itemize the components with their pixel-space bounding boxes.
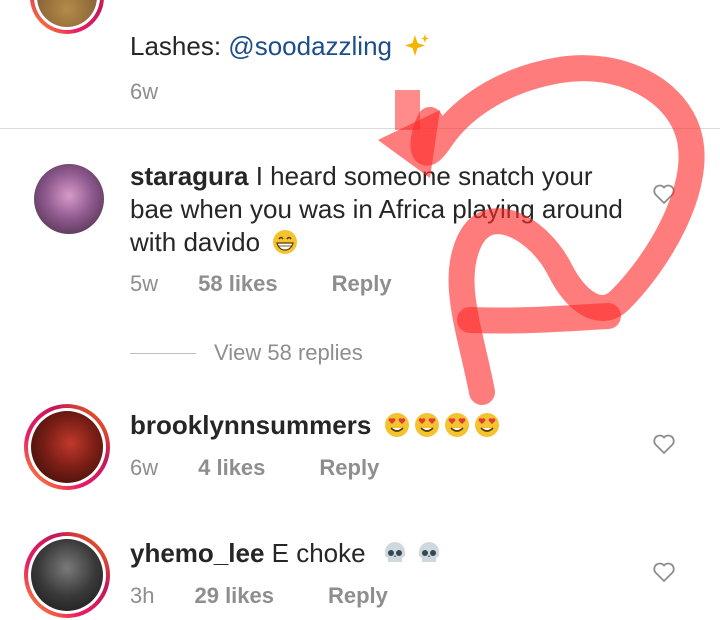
grinning-emoji: [273, 230, 298, 254]
mention-link[interactable]: @soodazzling: [228, 31, 392, 61]
timestamp: 6w: [130, 455, 159, 480]
heart-outline-icon[interactable]: [652, 560, 676, 584]
annotation-scribble: [378, 55, 705, 405]
sparkles-emoji: [405, 34, 430, 56]
heart-eyes-emoji: [444, 413, 469, 437]
likes-count[interactable]: 4 likes: [198, 455, 265, 481]
username[interactable]: brooklynnsummers: [130, 410, 371, 440]
comment-meta-yhemo-lee: 3h 29 likes Reply: [130, 583, 388, 609]
comment-text-staragura: staragura I heard someone snatch your ba…: [130, 161, 623, 257]
divider: [0, 128, 720, 129]
likes-count[interactable]: 29 likes: [194, 583, 274, 609]
heart-eyes-emoji: [384, 413, 409, 437]
view-replies-button[interactable]: View 58 replies: [130, 340, 363, 366]
comment-meta-brooklynnsummers: 6w 4 likes Reply: [130, 455, 379, 481]
username[interactable]: yhemo_lee: [130, 538, 264, 568]
skull-emoji: [384, 542, 405, 562]
reply-button[interactable]: Reply: [328, 583, 388, 609]
skull-emoji: [418, 542, 439, 562]
heart-eyes-emoji: [414, 413, 439, 437]
heart-eyes-emoji: [474, 413, 499, 437]
avatar-top[interactable]: [30, 0, 104, 34]
timestamp: 6w: [130, 79, 159, 104]
heart-outline-icon[interactable]: [652, 182, 676, 206]
username[interactable]: staragura: [130, 161, 249, 191]
comment-text-top: Lashes: @soodazzling: [130, 30, 630, 63]
avatar-yhemo-lee[interactable]: [24, 532, 110, 618]
comment-meta-staragura: 5w 58 likes Reply: [130, 271, 392, 297]
likes-count[interactable]: 58 likes: [198, 271, 278, 297]
divider-line: [130, 352, 196, 354]
reply-button[interactable]: Reply: [319, 455, 379, 481]
heart-outline-icon[interactable]: [652, 432, 676, 456]
reply-button[interactable]: Reply: [332, 271, 392, 297]
comment-text-brooklynnsummers: brooklynnsummers: [130, 409, 630, 442]
timestamp: 5w: [130, 271, 159, 296]
timestamp: 3h: [130, 583, 155, 608]
avatar-staragura[interactable]: [34, 164, 104, 234]
avatar-brooklynnsummers[interactable]: [24, 404, 110, 490]
comment-text-yhemo-lee: yhemo_lee E choke: [130, 537, 630, 570]
comment-meta-top: 6w: [130, 79, 198, 105]
